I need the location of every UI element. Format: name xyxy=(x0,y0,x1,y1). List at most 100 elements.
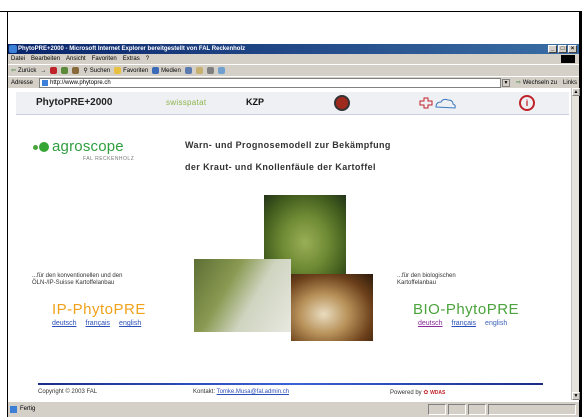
history-icon xyxy=(184,67,192,74)
ip-link-francais[interactable]: français xyxy=(86,320,111,327)
menu-extras[interactable]: Extras xyxy=(123,54,140,64)
contact-label: Kontakt: xyxy=(193,389,216,395)
edit-button[interactable] xyxy=(217,65,225,76)
nav-divider xyxy=(16,114,569,115)
home-button[interactable] xyxy=(72,65,80,76)
bio-description-line1: ...für den biologischen xyxy=(397,273,456,279)
contact-info: Kontakt: Tomke.Musa@fal.admin.ch xyxy=(193,389,289,395)
left-margin xyxy=(0,12,8,417)
bio-description-line2: Kartoffelanbau xyxy=(397,280,436,286)
menu-help[interactable]: ? xyxy=(146,54,149,64)
stop-icon xyxy=(50,67,58,74)
status-cell xyxy=(448,404,466,415)
ip-description-line2: ÖLN-/IP-Suisse Kartoffelanbau xyxy=(32,280,115,286)
back-button[interactable]: ⇦ Zurück xyxy=(11,65,36,76)
close-button[interactable]: × xyxy=(568,45,577,53)
site-title[interactable]: PhytoPRE+2000 xyxy=(36,97,112,108)
windows-logo-icon xyxy=(561,55,575,63)
ip-language-links: deutsch français english xyxy=(52,320,141,327)
favorites-button[interactable]: Favoriten xyxy=(114,65,148,76)
headline-line2: der Kraut- und Knollenfäule der Kartoffe… xyxy=(185,162,376,172)
browser-toolbar: ⇦ Zurück → ⚲ Suchen Favoriten Medien xyxy=(8,64,579,76)
history-button[interactable] xyxy=(184,65,192,76)
go-arrow-icon: ⇨ xyxy=(516,80,522,86)
copyright-text: Copyright © 2003 FAL xyxy=(38,389,98,395)
page-icon xyxy=(42,80,48,86)
info-logo-icon[interactable]: i xyxy=(519,95,535,111)
bio-language-links: deutsch français english xyxy=(418,320,507,327)
ip-description-line1: ...für den konventionellen und den xyxy=(32,273,123,279)
bio-phytopre-title[interactable]: BIO-PhytoPRE xyxy=(413,301,519,318)
home-icon xyxy=(72,67,80,74)
bio-link-deutsch[interactable]: deutsch xyxy=(418,320,443,327)
status-text: Fertig xyxy=(20,406,36,412)
swisspatat-link[interactable]: swisspatat xyxy=(166,98,206,107)
links-label: Links xyxy=(563,80,578,86)
minimize-button[interactable]: _ xyxy=(548,45,557,53)
wdas-brand[interactable]: WDAS xyxy=(430,390,445,396)
scroll-down-icon[interactable]: ▼ xyxy=(572,392,580,400)
print-icon xyxy=(206,67,214,74)
headline-line1: Warn- und Prognosemodell zur Bekämpfung xyxy=(185,140,391,150)
menu-ansicht[interactable]: Ansicht xyxy=(66,54,86,64)
logo-text: agroscope xyxy=(52,138,124,155)
address-input[interactable]: http://www.phytopre.ch xyxy=(39,78,501,88)
menu-bearbeiten[interactable]: Bearbeiten xyxy=(31,54,60,64)
mail-button[interactable] xyxy=(195,65,203,76)
refresh-icon xyxy=(61,67,69,74)
zone-cell xyxy=(488,404,576,415)
ip-link-deutsch[interactable]: deutsch xyxy=(52,320,77,327)
search-button[interactable]: ⚲ Suchen xyxy=(83,65,110,76)
go-label: Wechseln zu xyxy=(522,80,557,86)
search-label: Suchen xyxy=(89,67,111,74)
top-margin xyxy=(0,0,582,12)
favorites-icon xyxy=(114,67,122,74)
ip-link-english[interactable]: english xyxy=(119,320,141,327)
powered-label: Powered by xyxy=(390,390,422,396)
menu-favoriten[interactable]: Favoriten xyxy=(92,54,117,64)
ip-phytopre-title[interactable]: IP-PhytoPRE xyxy=(52,301,146,318)
page-status-icon xyxy=(10,406,17,413)
menu-bar: Datei Bearbeiten Ansicht Favoriten Extra… xyxy=(8,54,579,64)
swiss-cross-cloud-icon[interactable] xyxy=(416,96,456,111)
maximize-button[interactable]: □ xyxy=(558,45,567,53)
status-cell xyxy=(468,404,486,415)
status-cell xyxy=(428,404,446,415)
footer-divider xyxy=(38,383,543,385)
forward-arrow-icon: → xyxy=(40,67,47,74)
potato-photo xyxy=(291,274,373,341)
media-button[interactable]: Medien xyxy=(152,65,181,76)
bio-link-english[interactable]: english xyxy=(485,320,507,327)
bio-link-francais[interactable]: français xyxy=(452,320,477,327)
edit-icon xyxy=(217,67,225,74)
window-controls: _ □ × xyxy=(548,45,577,53)
back-label: Zurück xyxy=(18,67,37,74)
address-bar: Adresse http://www.phytopre.ch ▼ ⇨ Wechs… xyxy=(8,76,579,98)
scroll-up-icon[interactable]: ▲ xyxy=(572,88,580,96)
contact-email-link[interactable]: Tomke.Musa@fal.admin.ch xyxy=(217,389,289,395)
partner-logo-icon[interactable] xyxy=(334,95,350,111)
favorites-label: Favoriten xyxy=(123,67,149,74)
refresh-button[interactable] xyxy=(61,65,69,76)
address-dropdown-button[interactable]: ▼ xyxy=(502,79,510,87)
forward-button[interactable]: → xyxy=(40,65,46,76)
ie-icon xyxy=(9,45,17,53)
logo-dot-large xyxy=(39,142,49,152)
address-label: Adresse xyxy=(11,80,34,86)
media-icon xyxy=(152,67,160,74)
logo-dot-small xyxy=(33,145,38,150)
wdas-logo-icon: ✿ xyxy=(423,390,429,396)
window-title: PhytoPRE+2000 - Microsoft Internet Explo… xyxy=(18,46,246,52)
stem-photo xyxy=(194,259,291,332)
stop-button[interactable] xyxy=(50,65,58,76)
status-bar: Fertig xyxy=(8,401,579,417)
page-content: PhytoPRE+2000 swisspatat KZP i agroscope… xyxy=(8,88,571,400)
print-button[interactable] xyxy=(206,65,214,76)
logo-subtext: FAL RECKENHOLZ xyxy=(83,156,135,162)
menu-datei[interactable]: Datei xyxy=(11,54,25,64)
kzp-link[interactable]: KZP xyxy=(246,97,264,107)
screen: PhytoPRE+2000 - Microsoft Internet Explo… xyxy=(0,0,582,417)
vertical-scrollbar[interactable]: ▲ ▼ xyxy=(571,88,580,400)
powered-by: Powered by ✿ WDAS xyxy=(390,389,445,396)
address-value: http://www.phytopre.ch xyxy=(50,80,111,86)
